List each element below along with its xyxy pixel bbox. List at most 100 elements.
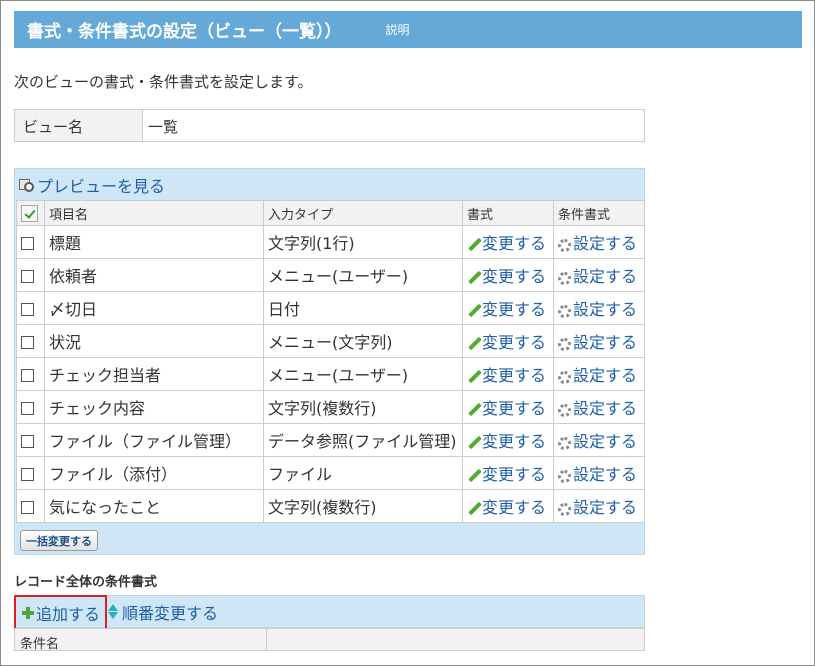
reorder-button-label: 順番変更する bbox=[122, 603, 219, 623]
column-header-type: 入力タイプ bbox=[263, 200, 463, 226]
field-name: 気になったこと bbox=[44, 489, 264, 523]
row-checkbox-cell[interactable] bbox=[16, 390, 45, 424]
pencil-icon bbox=[467, 403, 480, 416]
field-table: 項目名 入力タイプ 書式 条件書式 標題 文字列(1行) 変更する 設定する 依頼者 メニ… bbox=[16, 200, 645, 523]
row-checkbox-cell[interactable] bbox=[16, 258, 45, 292]
conditional-set-label: 設定する bbox=[573, 300, 638, 319]
row-checkbox[interactable] bbox=[21, 434, 34, 448]
format-change-label: 変更する bbox=[482, 432, 547, 451]
table-row: 依頼者 メニュー(ユーザー) 変更する 設定する bbox=[16, 258, 645, 292]
row-checkbox-cell[interactable] bbox=[16, 324, 45, 358]
row-checkbox-cell[interactable] bbox=[16, 489, 45, 523]
format-change-link[interactable]: 変更する bbox=[462, 423, 554, 457]
check-all-icon bbox=[21, 204, 38, 222]
format-change-link[interactable]: 変更する bbox=[462, 324, 554, 358]
field-type: ファイル bbox=[263, 456, 463, 490]
bulk-change-button[interactable]: 一括変更する bbox=[20, 530, 98, 551]
format-change-link[interactable]: 変更する bbox=[462, 489, 554, 523]
format-change-label: 変更する bbox=[482, 366, 547, 385]
conditional-set-link[interactable]: 設定する bbox=[553, 225, 645, 259]
format-change-link[interactable]: 変更する bbox=[462, 456, 554, 490]
row-checkbox[interactable] bbox=[21, 269, 34, 283]
format-change-link[interactable]: 変更する bbox=[462, 291, 554, 325]
select-all-checkbox[interactable] bbox=[16, 200, 45, 226]
conditional-set-link[interactable]: 設定する bbox=[553, 489, 645, 523]
gear-icon bbox=[558, 305, 571, 318]
pencil-icon bbox=[467, 271, 480, 284]
page-header: 書式・条件書式の設定（ビュー（一覧）） 説明 bbox=[14, 11, 802, 48]
pencil-icon bbox=[467, 436, 480, 449]
conditional-set-link[interactable]: 設定する bbox=[553, 291, 645, 325]
column-header-format: 書式 bbox=[462, 200, 554, 226]
field-name: 標題 bbox=[44, 225, 264, 259]
row-checkbox-cell[interactable] bbox=[16, 225, 45, 259]
pencil-icon bbox=[467, 304, 480, 317]
add-button[interactable]: 追加する bbox=[14, 595, 107, 630]
view-name-row: ビュー名 一覧 bbox=[14, 109, 645, 142]
field-type: 文字列(1行) bbox=[263, 225, 463, 259]
view-name-label: ビュー名 bbox=[15, 110, 143, 141]
conditional-set-link[interactable]: 設定する bbox=[553, 357, 645, 391]
gear-icon bbox=[558, 338, 571, 351]
column-header-condition-name: 条件名 bbox=[15, 629, 267, 652]
row-checkbox[interactable] bbox=[21, 236, 34, 250]
table-row: 状況 メニュー(文字列) 変更する 設定する bbox=[16, 324, 645, 358]
table-header-row: 項目名 入力タイプ 書式 条件書式 bbox=[16, 200, 645, 226]
help-link[interactable]: 説明 bbox=[386, 21, 410, 38]
table-row: チェック内容 文字列(複数行) 変更する 設定する bbox=[16, 390, 645, 424]
conditional-set-label: 設定する bbox=[573, 366, 638, 385]
gear-icon bbox=[558, 404, 571, 417]
row-checkbox-cell[interactable] bbox=[16, 423, 45, 457]
table-row: チェック担当者 メニュー(ユーザー) 変更する 設定する bbox=[16, 357, 645, 391]
row-checkbox[interactable] bbox=[21, 302, 34, 316]
page-title: 書式・条件書式の設定（ビュー（一覧）） bbox=[27, 22, 342, 42]
row-checkbox-cell[interactable] bbox=[16, 291, 45, 325]
format-change-label: 変更する bbox=[482, 399, 547, 418]
conditional-set-link[interactable]: 設定する bbox=[553, 258, 645, 292]
intro-text: 次のビューの書式・条件書式を設定します。 bbox=[14, 73, 313, 91]
pencil-icon bbox=[467, 370, 480, 383]
format-change-link[interactable]: 変更する bbox=[462, 258, 554, 292]
conditional-set-label: 設定する bbox=[573, 399, 638, 418]
view-name-value: 一覧 bbox=[148, 118, 179, 136]
format-change-label: 変更する bbox=[482, 465, 547, 484]
row-checkbox[interactable] bbox=[21, 401, 34, 415]
up-down-arrows-icon bbox=[107, 603, 119, 620]
table-row: ファイル（添付） ファイル 変更する 設定する bbox=[16, 456, 645, 490]
conditional-set-link[interactable]: 設定する bbox=[553, 324, 645, 358]
table-row: ファイル（ファイル管理） データ参照(ファイル管理) 変更する 設定する bbox=[16, 423, 645, 457]
field-type: 文字列(複数行) bbox=[263, 489, 463, 523]
plus-icon bbox=[21, 606, 35, 620]
conditional-set-link[interactable]: 設定する bbox=[553, 390, 645, 424]
table-row: 気になったこと 文字列(複数行) 変更する 設定する bbox=[16, 489, 645, 523]
gear-icon bbox=[558, 437, 571, 450]
format-change-link[interactable]: 変更する bbox=[462, 390, 554, 424]
format-change-label: 変更する bbox=[482, 498, 547, 517]
field-name: 状況 bbox=[44, 324, 264, 358]
row-checkbox-cell[interactable] bbox=[16, 456, 45, 490]
table-row: 〆切日 日付 変更する 設定する bbox=[16, 291, 645, 325]
field-type: データ参照(ファイル管理) bbox=[263, 423, 463, 457]
format-change-link[interactable]: 変更する bbox=[462, 225, 554, 259]
preview-link-label: プレビューを見る bbox=[37, 177, 166, 196]
conditional-set-label: 設定する bbox=[573, 498, 638, 517]
row-checkbox[interactable] bbox=[21, 368, 34, 382]
format-change-label: 変更する bbox=[482, 267, 547, 286]
conditional-set-label: 設定する bbox=[573, 333, 638, 352]
row-checkbox-cell[interactable] bbox=[16, 357, 45, 391]
record-conditional-title: レコード全体の条件書式 bbox=[14, 575, 158, 590]
format-change-link[interactable]: 変更する bbox=[462, 357, 554, 391]
condition-table-header: 条件名 bbox=[14, 628, 645, 652]
field-name: ファイル（ファイル管理） bbox=[44, 423, 264, 457]
row-checkbox[interactable] bbox=[21, 467, 34, 481]
row-checkbox[interactable] bbox=[21, 500, 34, 514]
conditional-set-link[interactable]: 設定する bbox=[553, 423, 645, 457]
preview-link[interactable]: プレビューを見る bbox=[19, 173, 165, 197]
reorder-button[interactable]: 順番変更する bbox=[107, 596, 218, 627]
format-change-label: 変更する bbox=[482, 234, 547, 253]
row-checkbox[interactable] bbox=[21, 335, 34, 349]
pencil-icon bbox=[467, 469, 480, 482]
field-name: 〆切日 bbox=[44, 291, 264, 325]
gear-icon bbox=[558, 503, 571, 516]
conditional-set-link[interactable]: 設定する bbox=[553, 456, 645, 490]
